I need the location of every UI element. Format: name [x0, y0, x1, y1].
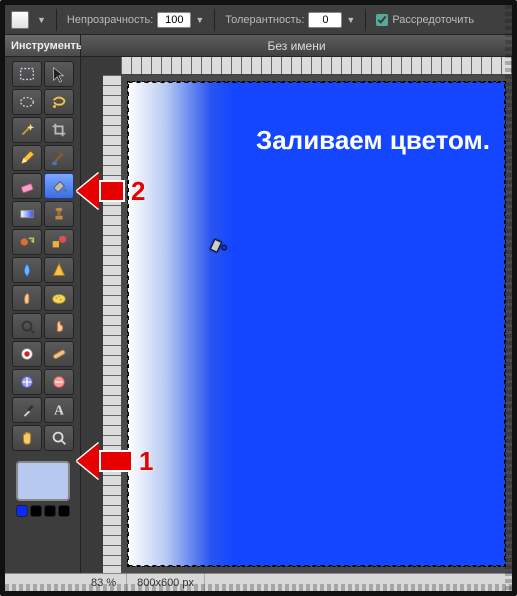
foreground-color-swatch[interactable] — [16, 461, 70, 501]
mini-swatch-0[interactable] — [16, 505, 28, 517]
scatter-control[interactable]: Рассредоточить — [376, 14, 474, 26]
mini-swatch-3[interactable] — [58, 505, 70, 517]
blur-icon — [18, 261, 36, 279]
status-bar: 83 % 800x600 px — [5, 573, 512, 591]
paint-bucket-tool[interactable] — [44, 173, 74, 199]
mini-swatch-1[interactable] — [30, 505, 42, 517]
magic-wand-tool[interactable] — [12, 117, 42, 143]
eraser-tool[interactable] — [12, 173, 42, 199]
smudge-icon — [18, 289, 36, 307]
spot-heal-tool[interactable] — [44, 341, 74, 367]
scatter-checkbox[interactable] — [376, 14, 388, 26]
eyedropper-tool[interactable] — [12, 397, 42, 423]
opacity-label: Непрозрачность: — [67, 14, 153, 26]
canvas-stage: Без имени Заливаем цветом. — [81, 35, 512, 573]
pencil-tool[interactable] — [12, 145, 42, 171]
move-icon — [50, 65, 68, 83]
tools-panel-title: Инструменты — [5, 35, 80, 57]
mini-swatch-2[interactable] — [44, 505, 56, 517]
bloat-tool[interactable] — [12, 369, 42, 395]
gradient-icon — [18, 205, 36, 223]
lasso-tool[interactable] — [44, 89, 74, 115]
clone-stamp-tool[interactable] — [44, 201, 74, 227]
type-icon — [50, 401, 68, 419]
sponge-icon — [50, 289, 68, 307]
sharpen-icon — [50, 261, 68, 279]
ellipse-select-tool[interactable] — [12, 89, 42, 115]
app-window: ▼ Непрозрачность: ▼ Толерантность: ▼ Рас… — [0, 0, 517, 596]
tolerance-label: Толерантность: — [225, 14, 304, 26]
gradient-tool[interactable] — [12, 201, 42, 227]
scatter-label: Рассредоточить — [392, 14, 474, 26]
burn-icon — [50, 317, 68, 335]
blur-tool[interactable] — [12, 257, 42, 283]
tool-grid — [5, 57, 80, 455]
instruction-text: Заливаем цветом. — [256, 125, 490, 156]
type-tool[interactable] — [44, 397, 74, 423]
zoom-tool[interactable] — [44, 425, 74, 451]
brush-tool[interactable] — [44, 145, 74, 171]
dodge-icon — [18, 317, 36, 335]
hand-icon — [18, 429, 36, 447]
bloat-icon — [18, 373, 36, 391]
move-tool[interactable] — [44, 61, 74, 87]
tools-panel: Инструменты — [5, 35, 81, 573]
crop-icon — [50, 121, 68, 139]
ruler-vertical[interactable] — [81, 75, 121, 573]
options-bar: ▼ Непрозрачность: ▼ Толерантность: ▼ Рас… — [5, 5, 512, 35]
color-replace-icon — [18, 233, 36, 251]
color-replace-tool[interactable] — [12, 229, 42, 255]
tolerance-control: Толерантность: ▼ — [225, 12, 355, 28]
tool-preset-chip[interactable] — [11, 11, 29, 29]
magic-wand-icon — [18, 121, 36, 139]
chevron-down-icon[interactable]: ▼ — [195, 15, 204, 25]
clone-stamp-icon — [50, 205, 68, 223]
zoom-unit: % — [106, 577, 116, 589]
sharpen-tool[interactable] — [44, 257, 74, 283]
mini-swatch-row — [5, 505, 80, 523]
dodge-tool[interactable] — [12, 313, 42, 339]
canvas-viewport[interactable]: Заливаем цветом. — [121, 75, 512, 573]
pinch-icon — [50, 373, 68, 391]
pinch-tool[interactable] — [44, 369, 74, 395]
opacity-input[interactable] — [157, 12, 191, 28]
paint-bucket-icon — [50, 177, 68, 195]
eraser-icon — [18, 177, 36, 195]
rect-select-tool[interactable] — [12, 61, 42, 87]
chevron-down-icon[interactable]: ▼ — [346, 15, 355, 25]
ruler-corner — [81, 57, 121, 75]
sponge-tool[interactable] — [44, 285, 74, 311]
zoom-icon — [50, 429, 68, 447]
lasso-icon — [50, 93, 68, 111]
rect-select-icon — [18, 65, 36, 83]
hand-tool[interactable] — [12, 425, 42, 451]
eyedropper-icon — [18, 401, 36, 419]
crop-tool[interactable] — [44, 117, 74, 143]
pencil-icon — [18, 149, 36, 167]
dimensions-readout: 800x600 px — [127, 574, 205, 591]
redeye-tool[interactable] — [12, 341, 42, 367]
zoom-readout[interactable]: 83 % — [81, 574, 127, 591]
smudge-tool[interactable] — [12, 285, 42, 311]
tolerance-input[interactable] — [308, 12, 342, 28]
spot-heal-icon — [50, 345, 68, 363]
opacity-control: Непрозрачность: ▼ — [67, 12, 204, 28]
zoom-value: 83 — [91, 577, 103, 589]
brush-icon — [50, 149, 68, 167]
drawing-icon — [50, 233, 68, 251]
redeye-icon — [18, 345, 36, 363]
ellipse-select-icon — [18, 93, 36, 111]
burn-tool[interactable] — [44, 313, 74, 339]
ruler-horizontal[interactable] — [121, 57, 512, 75]
document-title: Без имени — [81, 35, 512, 57]
chevron-down-icon[interactable]: ▼ — [37, 15, 46, 25]
drawing-tool[interactable] — [44, 229, 74, 255]
